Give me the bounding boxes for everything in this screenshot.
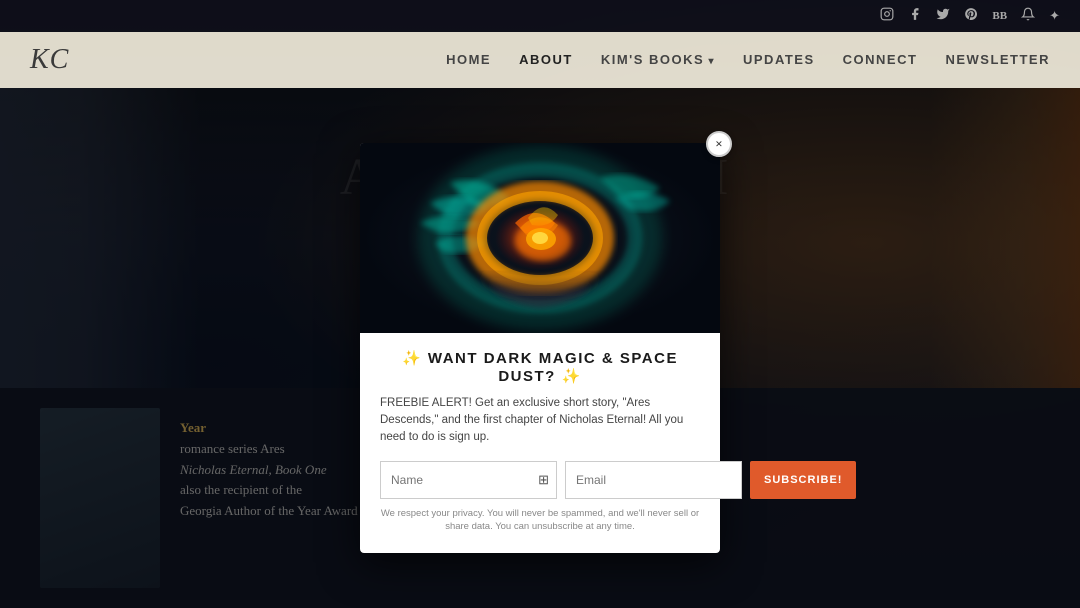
modal-hero-image xyxy=(360,143,720,333)
modal-close-button[interactable]: × xyxy=(706,131,732,157)
nav-books[interactable]: KIM'S BOOKS xyxy=(601,52,715,67)
modal-overlay: × xyxy=(0,88,1080,608)
facebook-icon[interactable] xyxy=(908,7,922,25)
hero-svg xyxy=(360,143,720,333)
nav-about[interactable]: ABOUT xyxy=(519,52,573,67)
newsletter-modal: × xyxy=(360,143,720,553)
bb-icon[interactable]: BB xyxy=(992,10,1007,22)
nav-home[interactable]: HOME xyxy=(446,52,491,67)
nav-links-list: HOME ABOUT KIM'S BOOKS UPDATES CONNECT N… xyxy=(446,51,1050,69)
nav-newsletter[interactable]: NEWSLETTER xyxy=(945,52,1050,67)
name-input-wrapper: ⊞ xyxy=(380,461,557,499)
modal-description: FREEBIE ALERT! Get an exclusive short st… xyxy=(380,395,700,447)
privacy-text: We respect your privacy. You will never … xyxy=(380,507,700,534)
main-navigation: KC HOME ABOUT KIM'S BOOKS UPDATES CONNEC… xyxy=(0,32,1080,88)
name-input[interactable] xyxy=(380,461,557,499)
pinterest-icon[interactable] xyxy=(964,7,978,25)
top-social-bar: BB ✦ xyxy=(0,0,1080,32)
subscribe-button[interactable]: SUBSCRIBE! xyxy=(750,461,856,499)
twitter-icon[interactable] xyxy=(936,7,950,25)
bell-icon[interactable] xyxy=(1021,7,1035,25)
modal-form: ⊞ SUBSCRIBE! xyxy=(380,461,700,499)
nav-connect[interactable]: CONNECT xyxy=(843,52,918,67)
email-input[interactable] xyxy=(565,461,742,499)
modal-headline: ✨ WANT DARK MAGIC & SPACE DUST? ✨ xyxy=(380,349,700,385)
modal-body: ✨ WANT DARK MAGIC & SPACE DUST? ✨ FREEBI… xyxy=(360,333,720,533)
site-logo[interactable]: KC xyxy=(30,44,69,76)
nav-updates[interactable]: UPDATES xyxy=(743,52,815,67)
instagram-icon[interactable] xyxy=(880,7,894,25)
sparkle-icon[interactable]: ✦ xyxy=(1049,8,1060,24)
